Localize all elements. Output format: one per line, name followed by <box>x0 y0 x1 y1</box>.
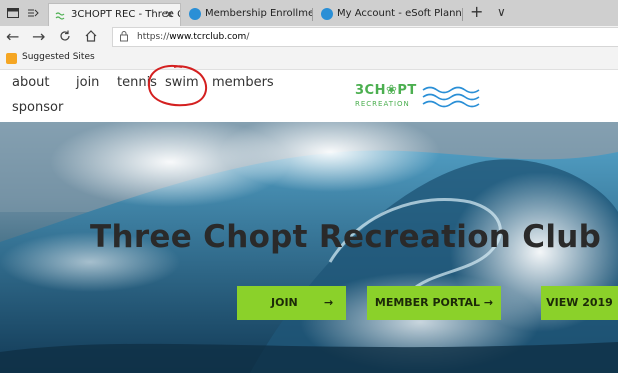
nav-join[interactable]: join <box>76 75 99 90</box>
favorite-suggested-sites[interactable]: Suggested Sites <box>22 52 95 62</box>
logo-subtitle: RECREATION <box>355 100 410 108</box>
arrow-right-icon: → <box>324 296 334 309</box>
view-2019-button[interactable]: VIEW 2019 <box>541 286 618 320</box>
refresh-icon[interactable] <box>58 29 72 47</box>
address-toolbar: ← → https://www.tcrclub.com/ <box>0 26 618 49</box>
nav-tennis[interactable]: tennis <box>117 75 157 90</box>
esoft-favicon-icon <box>189 8 201 20</box>
home-icon[interactable] <box>84 29 98 47</box>
nav-members[interactable]: members <box>212 75 274 90</box>
lock-icon <box>119 30 129 49</box>
waves-logo-icon <box>422 86 480 108</box>
nav-about[interactable]: about <box>12 75 50 90</box>
view-2019-label: VIEW 2019 <box>546 296 613 309</box>
tab-list-chevron-icon[interactable]: ∨ <box>497 1 506 23</box>
tab-label: Membership Enrollment - e <box>205 8 313 19</box>
new-tab-button[interactable]: + <box>470 1 483 23</box>
forward-arrow-icon[interactable]: → <box>32 28 45 46</box>
logo-wordmark: 3CH❀PT <box>355 83 417 98</box>
tab-actions-icon[interactable] <box>6 5 20 19</box>
member-portal-button[interactable]: MEMBER PORTAL → <box>367 286 501 320</box>
tab-label: 3CHOPT REC - Three Ch <box>71 9 180 20</box>
join-label: JOIN <box>271 296 298 309</box>
suggested-sites-icon <box>6 53 17 64</box>
back-arrow-icon[interactable]: ← <box>6 28 19 46</box>
esoft-favicon-icon <box>321 8 333 20</box>
set-tabs-aside-icon[interactable] <box>26 5 40 19</box>
tab-membership-enrollment[interactable]: Membership Enrollment - e <box>183 3 313 26</box>
nav-sponsor[interactable]: sponsor <box>12 100 63 115</box>
tcrc-favicon-icon <box>55 9 67 21</box>
join-button[interactable]: JOIN → <box>237 286 346 320</box>
member-portal-label: MEMBER PORTAL <box>374 296 481 309</box>
address-bar[interactable]: https://www.tcrclub.com/ <box>112 27 618 47</box>
arrow-right-icon: → <box>483 296 494 309</box>
tab-strip: 3CHOPT REC - Three Ch ✕ Membership Enrol… <box>0 0 618 27</box>
hero-banner: Three Chopt Recreation Club JOIN → MEMBE… <box>0 122 618 373</box>
site-header: about join tennis swim members sponsor <box>0 70 618 122</box>
url-text: https://www.tcrclub.com/ <box>137 32 250 42</box>
tab-tcrc[interactable]: 3CHOPT REC - Three Ch ✕ <box>48 3 181 26</box>
favorites-bar: Suggested Sites <box>0 49 618 70</box>
tab-label: My Account - eSoft Planner <box>337 8 463 19</box>
nav-swim[interactable]: swim <box>165 75 199 90</box>
tab-my-account[interactable]: My Account - eSoft Planner <box>315 3 463 26</box>
site-logo[interactable]: 3CH❀PT RECREATION <box>355 83 485 113</box>
hero-title: Three Chopt Recreation Club <box>90 219 602 255</box>
close-tab-icon[interactable]: ✕ <box>165 4 174 26</box>
